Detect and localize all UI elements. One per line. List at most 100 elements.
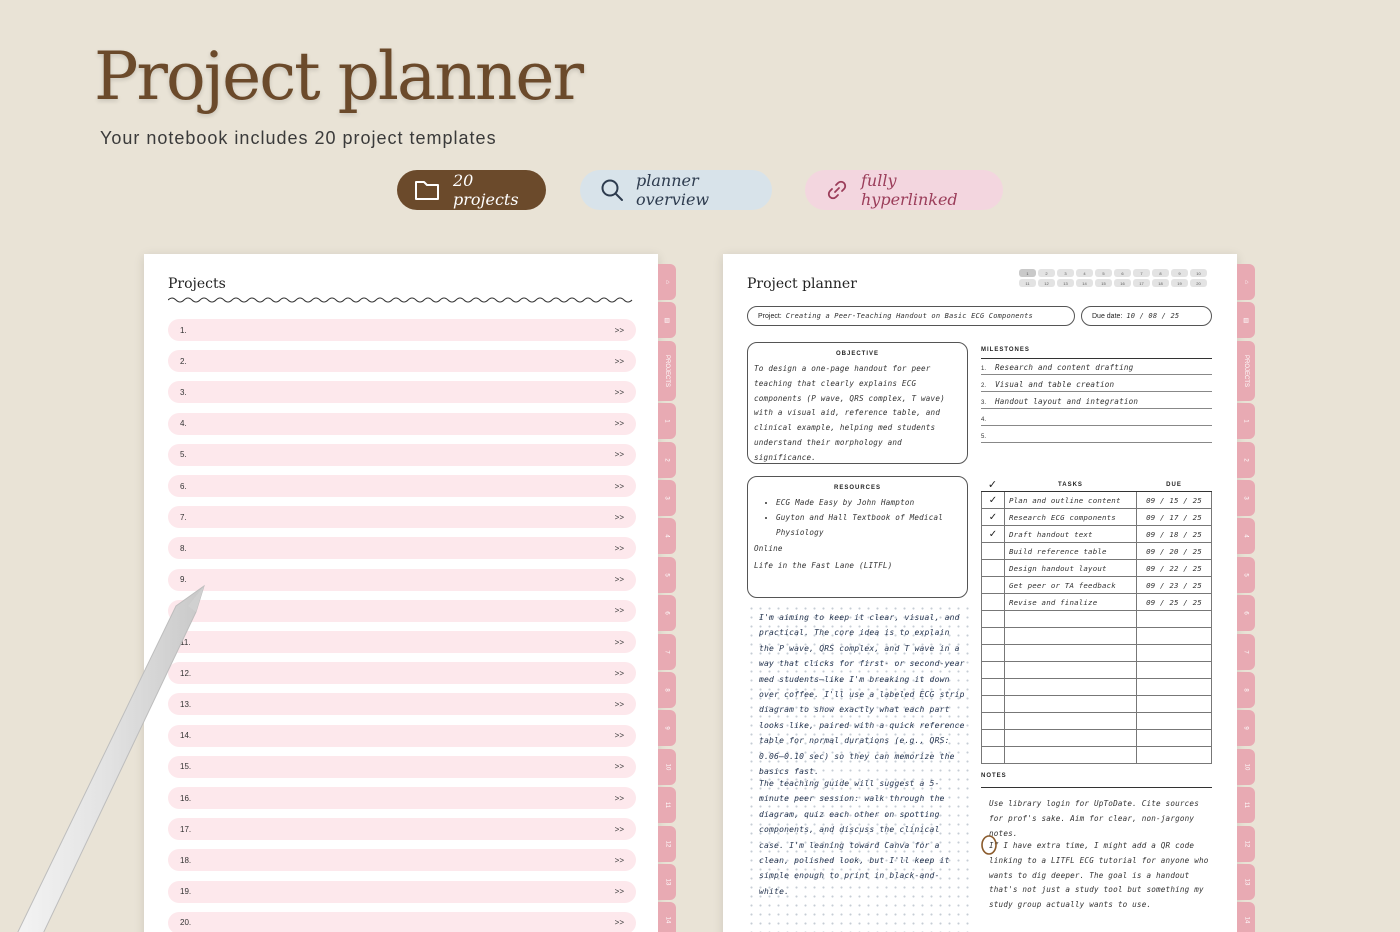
section-tab[interactable]: 14 [1237,902,1255,932]
task-checkbox[interactable] [981,559,1005,577]
task-row[interactable] [981,678,1212,696]
milestone-line[interactable]: 1. Research and content drafting [981,358,1212,375]
project-number-link[interactable]: 17 [1133,279,1150,287]
task-row[interactable]: ✓ Research ECG components 09 / 17 / 25 [981,508,1212,526]
section-tab[interactable]: 11 [658,787,676,824]
section-tab[interactable]: 5 [658,556,676,593]
project-row[interactable]: 10. >> [168,599,636,622]
section-tab[interactable]: 13 [658,864,676,900]
project-row-arrow[interactable]: >> [615,856,624,865]
project-number-link[interactable]: 20 [1190,279,1207,287]
project-row-arrow[interactable]: >> [615,450,624,459]
task-checkbox[interactable] [981,542,1005,560]
project-row[interactable]: 15. >> [168,755,636,778]
section-tab[interactable]: 3 [1237,480,1255,516]
project-number-link[interactable]: 2 [1038,269,1055,277]
section-tab[interactable]: 6 [1237,595,1255,632]
task-row[interactable] [981,729,1212,747]
project-row[interactable]: 8. >> [168,537,636,560]
project-number-link[interactable]: 6 [1114,269,1131,277]
task-row[interactable] [981,610,1212,628]
project-row-arrow[interactable]: >> [615,388,624,397]
section-tab[interactable]: 3 [658,480,676,516]
task-checkbox[interactable] [981,593,1005,611]
task-row[interactable] [981,661,1212,679]
project-row[interactable]: 3. >> [168,381,636,404]
project-row[interactable]: 13. >> [168,693,636,716]
project-row-arrow[interactable]: >> [615,326,624,335]
project-number-link[interactable]: 15 [1095,279,1112,287]
task-row[interactable] [981,746,1212,764]
project-row-arrow[interactable]: >> [615,575,624,584]
milestone-line[interactable]: 4. [981,409,1212,426]
section-tab[interactable]: 10 [1237,748,1255,785]
section-tab[interactable]: 12 [658,825,676,862]
milestone-line[interactable]: 3. Handout layout and integration [981,392,1212,409]
project-row-arrow[interactable]: >> [615,357,624,366]
task-checkbox[interactable] [981,678,1005,696]
section-tab[interactable]: 5 [1237,556,1255,593]
project-row[interactable]: 18. >> [168,849,636,872]
task-checkbox[interactable]: ✓ [981,525,1005,543]
section-tab[interactable]: 4 [1237,518,1255,555]
section-tab[interactable]: 11 [1237,787,1255,824]
section-tab[interactable]: 9 [1237,710,1255,747]
task-checkbox[interactable] [981,627,1005,645]
task-checkbox[interactable] [981,644,1005,662]
task-checkbox[interactable] [981,661,1005,679]
project-number-link[interactable]: 4 [1076,269,1093,277]
project-row[interactable]: 2. >> [168,350,636,373]
section-tab[interactable]: ⌂ [658,264,676,300]
project-row-arrow[interactable]: >> [615,482,624,491]
project-row-arrow[interactable]: >> [615,544,624,553]
section-tab[interactable]: 7 [658,633,676,670]
section-tab[interactable]: 12 [1237,825,1255,862]
task-row[interactable] [981,627,1212,645]
project-number-link[interactable]: 9 [1171,269,1188,277]
project-row[interactable]: 4. >> [168,412,636,435]
task-row[interactable]: Revise and finalize 09 / 25 / 25 [981,593,1212,611]
section-tab[interactable]: 14 [658,902,676,932]
section-tab[interactable]: 2 [658,441,676,478]
task-checkbox[interactable] [981,610,1005,628]
project-number-link[interactable]: 5 [1095,269,1112,277]
project-row-arrow[interactable]: >> [615,887,624,896]
project-number-link[interactable]: 18 [1152,279,1169,287]
task-checkbox[interactable] [981,712,1005,730]
project-row-arrow[interactable]: >> [615,606,624,615]
project-number-link[interactable]: 12 [1038,279,1055,287]
project-row-arrow[interactable]: >> [615,825,624,834]
project-row[interactable]: 16. >> [168,787,636,809]
task-row[interactable]: ✓ Draft handout text 09 / 18 / 25 [981,525,1212,543]
project-number-link[interactable]: 19 [1171,279,1188,287]
section-tab[interactable]: 1 [658,403,676,440]
section-tab[interactable]: ▤ [658,302,676,339]
project-row-arrow[interactable]: >> [615,794,624,803]
project-number-link[interactable]: 3 [1057,269,1074,277]
task-row[interactable]: Build reference table 09 / 20 / 25 [981,542,1212,560]
task-row[interactable] [981,712,1212,730]
project-row-arrow[interactable]: >> [615,638,624,647]
section-tab[interactable]: PROJECTS [1237,340,1255,401]
project-row[interactable]: 12. >> [168,662,636,685]
task-row[interactable] [981,644,1212,662]
project-row-arrow[interactable]: >> [615,762,624,771]
task-checkbox[interactable] [981,695,1005,713]
section-tab[interactable]: 2 [1237,441,1255,478]
section-tab[interactable]: ▤ [1237,302,1255,339]
project-number-link[interactable]: 7 [1133,269,1150,277]
project-number-link[interactable]: 10 [1190,269,1207,277]
project-row-arrow[interactable]: >> [615,918,624,927]
task-checkbox[interactable] [981,746,1005,764]
section-tab[interactable]: 10 [658,748,676,785]
task-checkbox[interactable]: ✓ [981,508,1005,526]
task-row[interactable]: ✓ Plan and outline content 09 / 15 / 25 [981,491,1212,509]
project-row[interactable]: 5. >> [168,443,636,466]
due-date-field[interactable]: Due date: 10 / 08 / 25 [1081,306,1212,326]
section-tab[interactable]: 1 [1237,403,1255,440]
section-tab[interactable]: 9 [658,710,676,747]
project-name-field[interactable]: Project: Creating a Peer-Teaching Handou… [747,306,1075,326]
section-tab[interactable]: 4 [658,518,676,555]
section-tab[interactable]: 7 [1237,633,1255,670]
section-tab[interactable]: 8 [658,672,676,708]
